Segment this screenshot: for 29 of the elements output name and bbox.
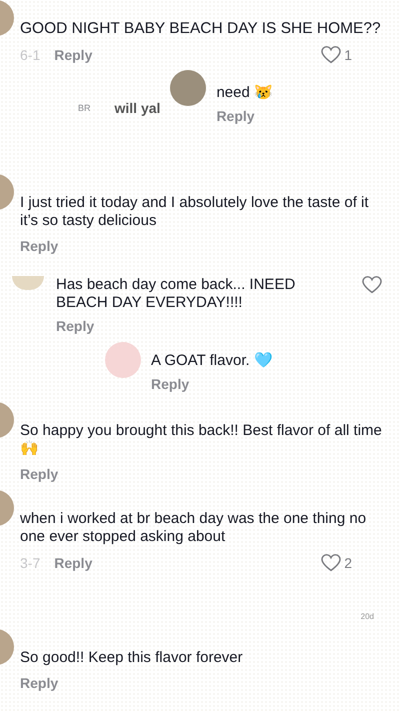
reply-button[interactable]: Reply bbox=[216, 108, 255, 124]
heart-icon[interactable] bbox=[362, 276, 382, 294]
comment-text: So happy you brought this back!! Best flavor of all time 🙌 bbox=[20, 421, 382, 458]
comment-text: need 😿 bbox=[216, 84, 273, 102]
comment-text: I just tried it today and I absolutely love the taste of it it’s so tasty delicious bbox=[20, 193, 370, 230]
avatar[interactable] bbox=[170, 70, 206, 106]
reply-button[interactable]: Reply bbox=[56, 318, 94, 334]
reply-button[interactable]: Reply bbox=[54, 555, 92, 571]
heart-icon[interactable] bbox=[321, 46, 342, 64]
reply-button[interactable]: Reply bbox=[20, 675, 58, 691]
username: BR bbox=[78, 103, 91, 113]
like-count: 2 bbox=[344, 555, 352, 571]
comment-text: So good!! Keep this flavor forever bbox=[20, 648, 244, 667]
comment-text: Has beach day come back... INEED BEACH DAY EVERYDAY!!!! bbox=[56, 276, 296, 312]
avatar[interactable] bbox=[12, 276, 44, 290]
username: will yal bbox=[114, 100, 160, 116]
reply-button[interactable]: Reply bbox=[20, 238, 58, 254]
avatar[interactable] bbox=[105, 342, 141, 378]
heart-icon[interactable] bbox=[321, 554, 342, 572]
reply-button[interactable]: Reply bbox=[54, 47, 92, 63]
timestamp: 20d bbox=[360, 612, 374, 621]
comment-text: when i worked at br beach day was the one thing no one ever stopped asking about bbox=[20, 509, 368, 546]
comment-date: 3-7 bbox=[20, 555, 40, 571]
reply-button[interactable]: Reply bbox=[20, 466, 58, 482]
comment-text: A GOAT flavor. 🩵 bbox=[151, 352, 274, 370]
comment-date: 6-1 bbox=[20, 47, 40, 63]
comment-text: GOOD NIGHT BABY BEACH DAY IS SHE HOME?? bbox=[20, 19, 382, 38]
like-count: 1 bbox=[344, 47, 352, 63]
reply-button[interactable]: Reply bbox=[151, 376, 190, 392]
